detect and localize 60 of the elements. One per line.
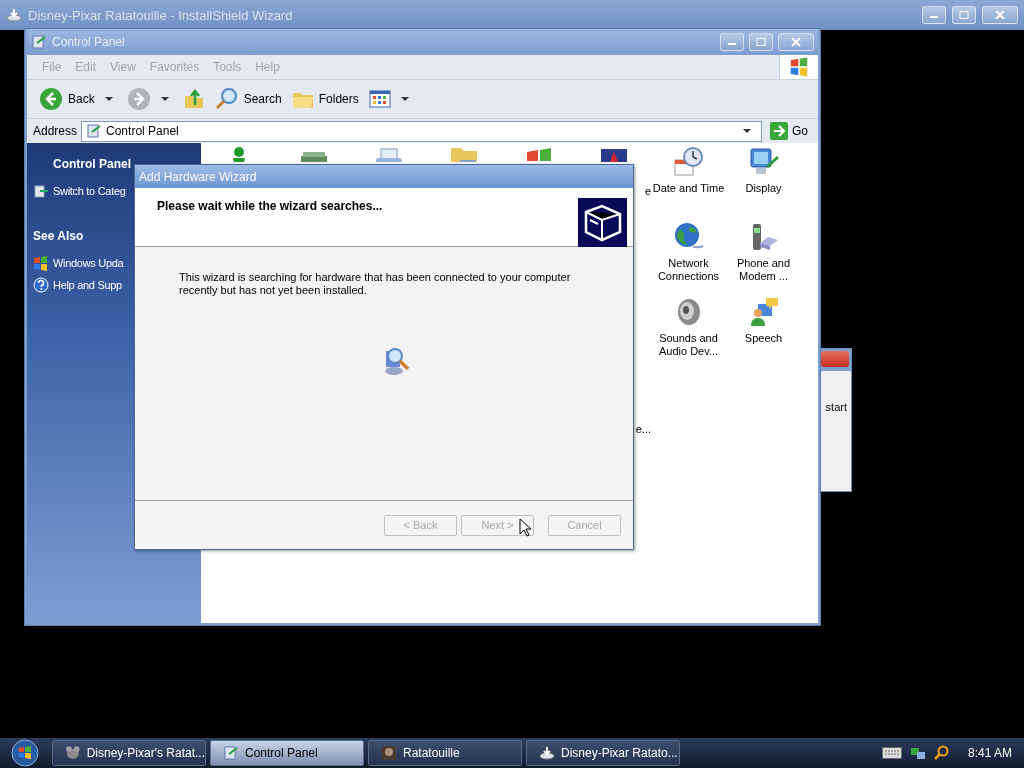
keyboard-icon[interactable] [881,747,902,759]
close-icon [995,10,1005,20]
folders-button[interactable]: Folders [289,87,361,111]
search-button[interactable]: Search [212,85,284,113]
views-icon [368,90,391,108]
close-icon [791,37,801,47]
network-icon[interactable] [909,745,926,761]
taskbar-button[interactable]: Disney-Pixar's Ratat... [52,740,206,766]
clock-calendar-icon [672,146,705,178]
search-icon [214,87,239,111]
wizard-heading: Please wait while the wizard searches... [157,198,383,215]
mouse-cursor-icon [519,518,531,537]
window-text: start [824,400,848,413]
task-link[interactable]: Switch to Categ [33,183,126,199]
switch-view-icon [33,183,49,199]
caret-icon[interactable] [160,97,169,101]
movie-thumbnail-icon [381,745,397,761]
control-panel-icon [31,34,47,50]
icon-label[interactable]: Phone and Modem ... [726,257,801,283]
windows-logo-icon [33,255,49,271]
address-bar[interactable]: Control Panel [81,120,762,142]
caret-icon[interactable] [400,97,409,101]
control-panel-icon [86,123,103,139]
installer-icon [539,745,555,761]
task-link[interactable]: Windows Upda [33,255,124,271]
views-button[interactable] [366,88,393,110]
address-field[interactable]: Control Panel [106,124,737,138]
taskbar-button[interactable]: Ratatouille [368,740,522,766]
rat-icon [65,745,81,761]
taskbar-button[interactable]: Control Panel [210,740,364,766]
clock: 8:41 AM [967,746,1012,760]
pane-heading: Control Panel [52,157,132,171]
icon-label[interactable]: e... [635,371,651,446]
icon-label[interactable]: Sounds and Audio Dev... [651,332,726,358]
maximize-icon [959,11,969,19]
window-title: Control Panel [52,35,126,49]
icon-label[interactable]: Speech [726,332,801,345]
pane-heading: See Also [33,229,85,243]
go-button[interactable]: Go [766,122,812,140]
installer-icon [6,7,22,23]
icon-label[interactable]: Display [726,182,801,195]
task-link[interactable]: Help and Supp [33,277,122,293]
dropdown-caret-icon[interactable] [743,129,751,133]
control-panel-icon [223,745,239,761]
icon-label[interactable]: Network Connections [651,257,726,283]
icon-label[interactable]: e [644,146,651,221]
folder-up-icon [182,88,205,110]
back-button[interactable]: Back [37,85,97,113]
window-title: Disney-Pixar Ratatouille - InstallShield Wizard [28,7,294,23]
address-label: Address [33,124,78,138]
start-button[interactable] [10,738,40,768]
icon-label[interactable]: Date and Time [651,182,726,195]
search-icon[interactable] [933,745,950,761]
maximize-icon [756,38,766,46]
wizard-message: This wizard is searching for hardware that has been connected to your computer recently but has not yet been installed. [179,271,572,297]
windows-logo-icon [788,56,810,78]
taskbar-button[interactable]: Disney-Pixar Ratato... [526,740,680,766]
dialog-title: Add Hardware Wizard [139,169,257,184]
caret-icon[interactable] [104,97,113,101]
help-icon [33,277,49,293]
